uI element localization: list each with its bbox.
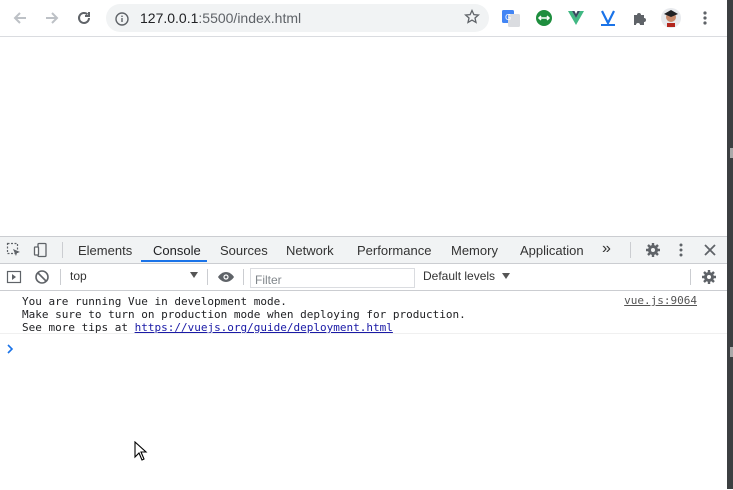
green-arrows-extension-icon[interactable] [533,7,555,29]
levels-dropdown-arrow-icon[interactable] [502,273,510,279]
tab-memory[interactable]: Memory [451,243,498,258]
v-extension-icon[interactable] [597,7,619,29]
context-dropdown-arrow-icon[interactable] [190,272,198,278]
console-toolbar: top Default levels [0,264,727,291]
show-sidebar-icon[interactable] [6,269,22,285]
tab-sources[interactable]: Sources [220,243,268,258]
tab-console[interactable]: Console [153,243,201,258]
prompt-chevron-icon [7,344,14,354]
bookmark-star-icon[interactable] [464,8,480,29]
address-bar[interactable]: 127.0.0.1:5500/index.html [106,4,489,32]
log-levels-dropdown[interactable]: Default levels [423,269,495,283]
message-source-link[interactable]: vue.js:9064 [624,294,697,307]
url-host: 127.0.0.1 [140,10,199,26]
message-line-2: Make sure to turn on production mode whe… [22,308,466,321]
url-path: :5500/index.html [198,10,302,26]
url-text: 127.0.0.1:5500/index.html [140,10,301,26]
forward-button[interactable] [40,6,64,30]
device-toolbar-icon[interactable] [33,242,49,258]
google-translate-extension-icon[interactable]: G [500,7,522,29]
active-tab-indicator [141,260,207,262]
console-prompt[interactable] [6,339,14,358]
message-line-1: You are running Vue in development mode. [22,295,287,308]
more-vert-icon [703,11,707,25]
close-devtools-icon[interactable] [703,243,717,257]
back-button[interactable] [8,6,32,30]
tab-elements[interactable]: Elements [78,243,132,258]
tab-performance[interactable]: Performance [357,243,431,258]
context-selector[interactable]: top [70,269,87,283]
profile-avatar[interactable] [660,7,682,29]
live-expression-eye-icon[interactable] [217,269,235,285]
devtools-settings-icon[interactable] [645,242,661,258]
console-message: You are running Vue in development mode.… [0,291,727,334]
more-tabs-button[interactable]: » [602,240,611,258]
arrow-left-icon [13,12,26,24]
console-filter-field[interactable] [250,268,415,288]
console-settings-icon[interactable] [701,269,717,285]
devtools-menu-icon[interactable] [678,242,684,258]
page-viewport [0,37,727,236]
mouse-pointer-icon [134,440,148,465]
arrow-right-icon [46,12,59,24]
browser-toolbar: 127.0.0.1:5500/index.html G [0,0,727,37]
deployment-guide-link[interactable]: https://vuejs.org/guide/deployment.html [135,321,393,334]
tab-application[interactable]: Application [520,243,584,258]
devtools-panel: Elements Console Sources Network Perform… [0,236,727,490]
background-window-edge [727,0,733,489]
inspect-element-icon[interactable] [6,242,22,258]
filter-input[interactable] [251,272,414,288]
extensions-puzzle-icon[interactable] [629,7,651,29]
reload-icon [78,11,90,24]
info-icon[interactable] [115,11,129,30]
console-output: You are running Vue in development mode.… [0,291,727,490]
message-line-3: See more tips at https://vuejs.org/guide… [22,321,393,334]
devtools-tabbar: Elements Console Sources Network Perform… [0,237,727,264]
tab-network[interactable]: Network [286,243,334,258]
clear-console-icon[interactable] [34,269,50,285]
vue-devtools-extension-icon[interactable] [565,7,587,29]
svg-text:G: G [505,13,511,22]
browser-menu-button[interactable] [694,7,716,29]
message-line-3-prefix: See more tips at [22,321,135,334]
reload-button[interactable] [72,6,96,30]
